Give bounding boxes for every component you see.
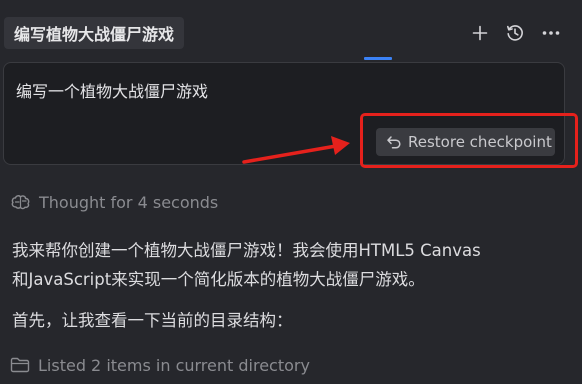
brain-icon [11,195,30,210]
plus-icon [472,25,488,41]
chat-panel: 编写植物大战僵尸游戏 编写一个植物大战僵尸游戏 Restore checkpoi… [0,0,582,384]
restore-checkpoint-button[interactable]: Restore checkpoint [376,128,555,156]
history-icon [507,25,523,41]
response-line-1: 我来帮你创建一个植物大战僵尸游戏！我会使用HTML5 Canvas [12,241,481,260]
tool-call-text: Listed 2 items in current directory [38,355,310,375]
more-options-button[interactable] [539,21,563,45]
active-tab-indicator [364,57,392,60]
more-icon [542,31,560,35]
panel-header: 编写植物大战僵尸游戏 [0,0,582,62]
chat-title: 编写植物大战僵尸游戏 [14,25,175,44]
chat-title-tab[interactable]: 编写植物大战僵尸游戏 [4,17,185,49]
response-line-3: 首先，让我查看一下当前的目录结构： [12,311,293,330]
thought-status[interactable]: Thought for 4 seconds [10,190,218,214]
undo-icon [387,136,401,149]
new-chat-button[interactable] [468,21,492,45]
response-line-2: 和JavaScript来实现一个简化版本的植物大战僵尸游戏。 [12,270,425,289]
user-message-text: 编写一个植物大战僵尸游戏 [16,82,209,101]
history-button[interactable] [503,21,527,45]
restore-checkpoint-label: Restore checkpoint [408,133,552,151]
user-message-card[interactable]: 编写一个植物大战僵尸游戏 Restore checkpoint [3,62,565,165]
tool-call-list-dir[interactable]: Listed 2 items in current directory [10,353,310,377]
thought-text: Thought for 4 seconds [39,192,219,212]
folder-icon [10,357,30,373]
